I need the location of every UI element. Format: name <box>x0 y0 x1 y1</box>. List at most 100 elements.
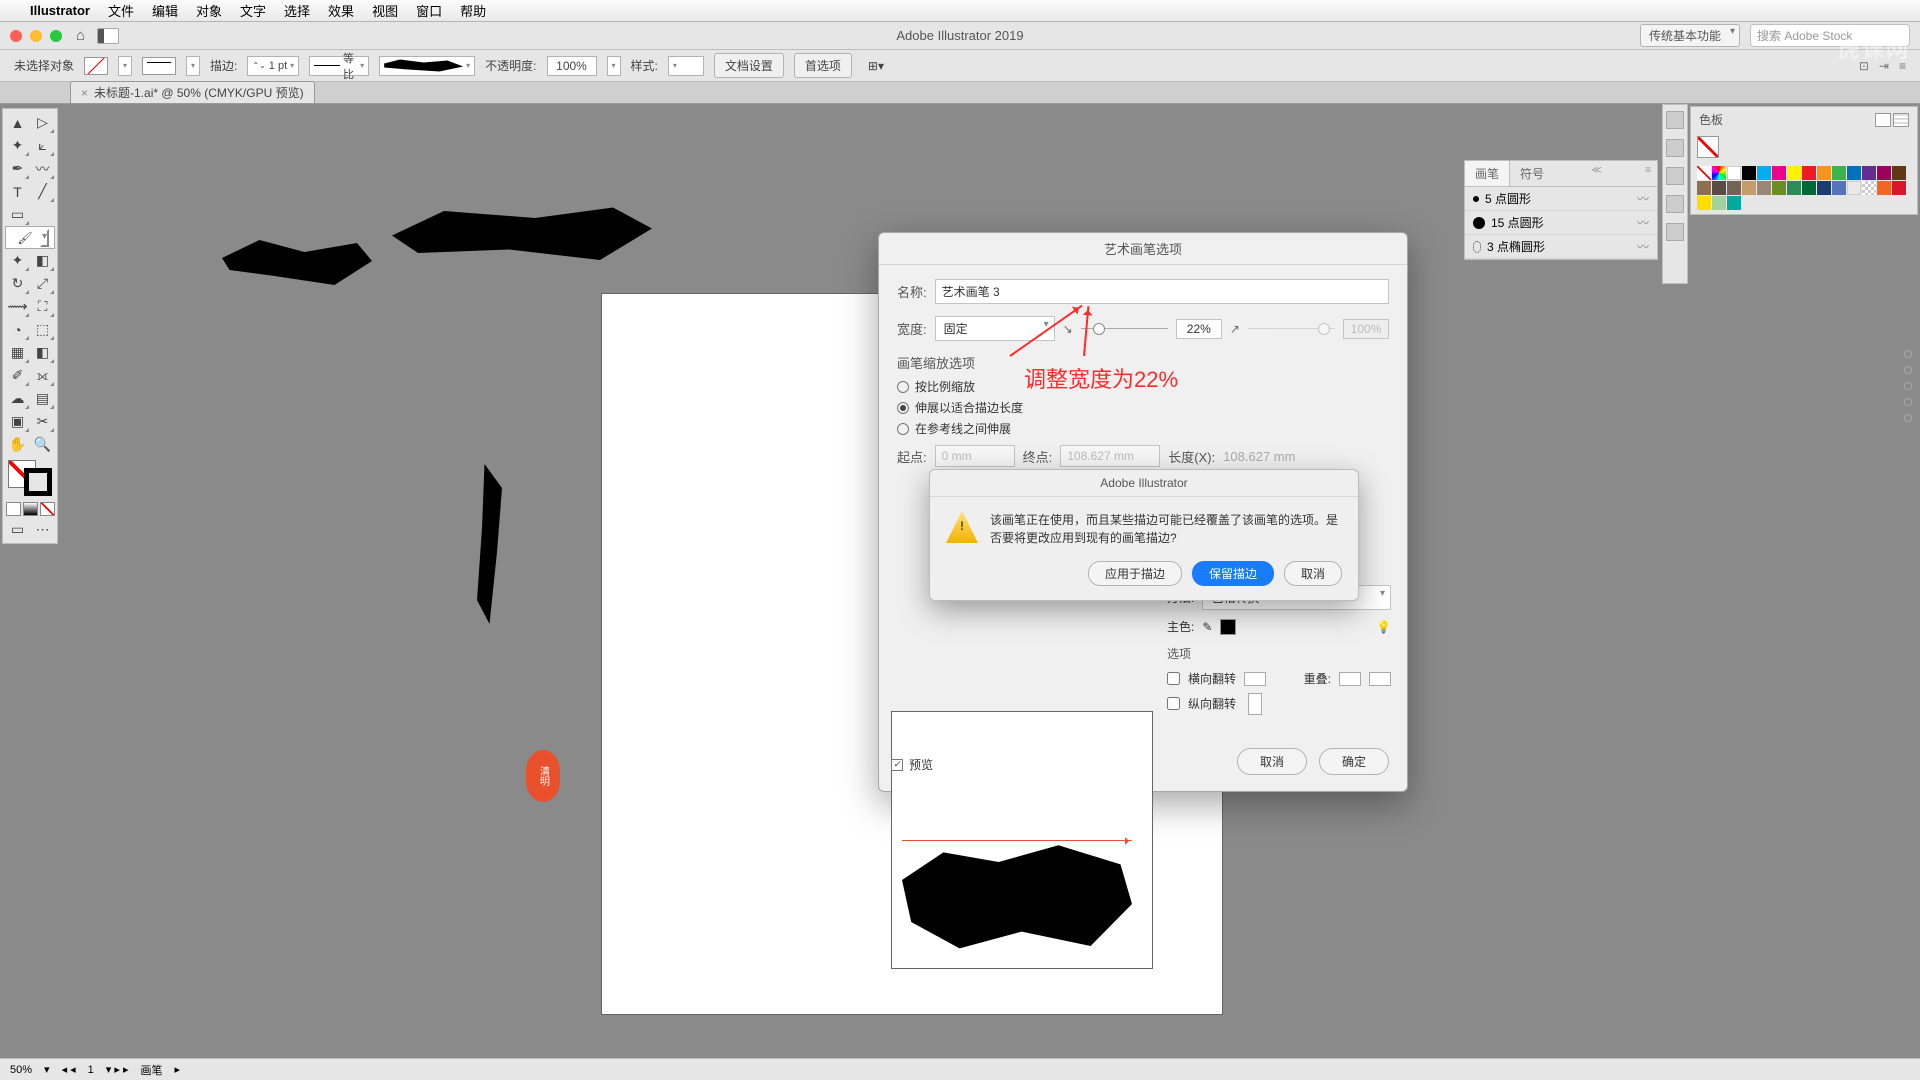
swatch[interactable] <box>1742 181 1756 195</box>
menu-help[interactable]: 帮助 <box>460 1 486 20</box>
scale-tool[interactable]: ⤢ <box>30 272 55 295</box>
fill-none-swatch[interactable] <box>1697 136 1719 158</box>
zoom-level[interactable]: 50% <box>10 1064 32 1076</box>
menu-text[interactable]: 文字 <box>240 1 266 20</box>
type-tool[interactable]: T <box>5 180 30 203</box>
maximize-icon[interactable] <box>50 30 62 42</box>
stroke-profile[interactable]: 等比▾ <box>309 56 369 76</box>
hand-tool[interactable]: ✋ <box>5 433 30 456</box>
symbol-tool[interactable]: ☁ <box>5 387 30 410</box>
dot-icon[interactable] <box>1904 350 1912 358</box>
mesh-tool[interactable]: ▦ <box>5 341 30 364</box>
swatch[interactable] <box>1697 166 1711 180</box>
panel-icon[interactable] <box>1666 195 1684 213</box>
eyedropper-tool[interactable]: ✐ <box>5 364 30 387</box>
direct-selection-tool[interactable]: ▷ <box>30 111 55 134</box>
swatch[interactable] <box>1862 166 1876 180</box>
swatch[interactable] <box>1697 181 1711 195</box>
artboard-tool[interactable]: ▣ <box>5 410 30 433</box>
swatch[interactable] <box>1892 166 1906 180</box>
preview-checkbox[interactable]: ✓预览 <box>891 756 933 773</box>
swatch[interactable] <box>1757 166 1771 180</box>
slice-tool[interactable]: ✂ <box>30 410 55 433</box>
magic-wand-tool[interactable]: ✦ <box>5 134 30 157</box>
menu-file[interactable]: 文件 <box>108 1 134 20</box>
fill-menu[interactable]: ▾ <box>118 56 132 76</box>
dialog-cancel-button[interactable]: 取消 <box>1237 748 1307 775</box>
dot-icon[interactable] <box>1904 398 1912 406</box>
swatch[interactable] <box>1757 181 1771 195</box>
style-menu[interactable]: ▾ <box>668 56 704 76</box>
layout-button[interactable] <box>97 28 119 44</box>
dot-icon[interactable] <box>1904 366 1912 374</box>
shaper-tool[interactable]: ✦ <box>5 249 30 272</box>
fill-swatch[interactable] <box>84 57 108 75</box>
doc-setup-button[interactable]: 文档设置 <box>714 53 784 78</box>
lasso-tool[interactable]: ⟀ <box>30 134 55 157</box>
color-modes[interactable] <box>6 502 55 516</box>
stroke-size[interactable]: ⌃⌄1 pt▾ <box>247 56 299 76</box>
stroke-menu[interactable]: ▾ <box>186 56 200 76</box>
main-color-swatch[interactable] <box>1220 619 1236 635</box>
pen-tool[interactable]: ✒ <box>5 157 30 180</box>
menu-window[interactable]: 窗口 <box>416 1 442 20</box>
dialog-ok-button[interactable]: 确定 <box>1319 748 1389 775</box>
swatch[interactable] <box>1802 166 1816 180</box>
cancel-button[interactable]: 取消 <box>1284 561 1342 586</box>
swatch[interactable] <box>1817 181 1831 195</box>
panel-icon[interactable] <box>1666 111 1684 129</box>
panel-menu-icon[interactable]: ≡ <box>1639 161 1657 186</box>
artboard-index[interactable]: 1 <box>88 1064 94 1076</box>
panel-icon[interactable] <box>1666 167 1684 185</box>
menu-effect[interactable]: 效果 <box>328 1 354 20</box>
swatch[interactable] <box>1817 166 1831 180</box>
swatch[interactable] <box>1877 181 1891 195</box>
swatch[interactable] <box>1727 181 1741 195</box>
overlap-b-icon[interactable] <box>1369 672 1391 686</box>
width-tool[interactable]: ⟿ <box>5 295 30 318</box>
line-tool[interactable]: ╱ <box>30 180 55 203</box>
workspace-dropdown[interactable]: 传统基本功能 <box>1640 24 1740 47</box>
swatch-view-icon[interactable] <box>1893 113 1909 127</box>
edit-toolbar[interactable]: ⋯ <box>30 518 55 541</box>
swatch[interactable] <box>1832 181 1846 195</box>
radio-stretch-length[interactable]: 伸展以适合描边长度 <box>897 399 1389 416</box>
tab-symbols[interactable]: 符号 <box>1510 161 1554 186</box>
swatch[interactable] <box>1802 181 1816 195</box>
fill-stroke-box[interactable] <box>8 460 52 496</box>
swatch[interactable] <box>1862 181 1876 195</box>
home-icon[interactable]: ⌂ <box>76 27 85 44</box>
swatch[interactable] <box>1832 166 1846 180</box>
stroke-swatch[interactable] <box>142 57 176 75</box>
overlap-a-icon[interactable] <box>1339 672 1361 686</box>
flip-v-checkbox[interactable] <box>1167 697 1180 710</box>
free-transform-tool[interactable]: ⛶ <box>30 295 55 318</box>
swatch[interactable] <box>1712 166 1726 180</box>
swatch[interactable] <box>1787 166 1801 180</box>
menu-edit[interactable]: 编辑 <box>152 1 178 20</box>
eyedropper-icon[interactable]: ✎ <box>1202 620 1212 634</box>
brush-preview[interactable]: ▾ <box>379 56 475 76</box>
swatch[interactable] <box>1787 181 1801 195</box>
preferences-button[interactable]: 首选项 <box>794 53 852 78</box>
tab-brushes[interactable]: 画笔 <box>1465 161 1510 186</box>
swatch[interactable] <box>1847 166 1861 180</box>
width-slider[interactable] <box>1081 319 1168 339</box>
keep-button[interactable]: 保留描边 <box>1192 561 1274 586</box>
eraser-tool[interactable]: ◧ <box>30 249 55 272</box>
blend-tool[interactable]: ⟗ <box>30 364 55 387</box>
screen-mode[interactable]: ▭ <box>5 518 30 541</box>
canvas[interactable]: 清明 清明 <box>62 104 1660 1058</box>
app-name[interactable]: Illustrator <box>30 3 90 18</box>
swatch[interactable] <box>1697 196 1711 210</box>
brush-item[interactable]: 5 点圆形〰 <box>1465 187 1657 211</box>
dot-icon[interactable] <box>1904 382 1912 390</box>
menu-object[interactable]: 对象 <box>196 1 222 20</box>
rectangle-tool[interactable]: ▭ <box>5 203 30 226</box>
tab-close-icon[interactable]: × <box>81 86 88 100</box>
close-icon[interactable] <box>10 30 22 42</box>
minimize-icon[interactable] <box>30 30 42 42</box>
swatch[interactable] <box>1742 166 1756 180</box>
align-icon[interactable]: ⊞▾ <box>868 59 884 73</box>
perspective-tool[interactable]: ⬚ <box>30 318 55 341</box>
